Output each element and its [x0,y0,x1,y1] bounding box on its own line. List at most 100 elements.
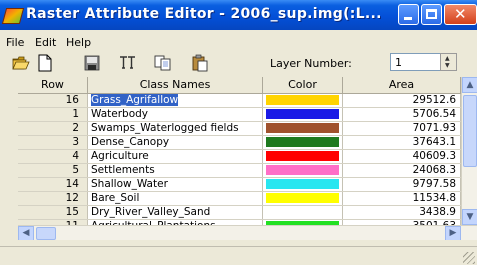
class-name-text: Bare_Soil [91,192,140,204]
area-cell[interactable]: 37643.1 [343,136,461,149]
class-name-text: Dry_River_Valley_Sand [91,206,211,218]
open-folder-icon [12,56,30,70]
area-cell[interactable]: 5706.54 [343,108,461,121]
minimize-button[interactable] [398,4,419,25]
class-name-text: Settlements [91,164,155,176]
menu-edit[interactable]: Edit [35,36,56,49]
color-cell[interactable] [263,122,343,135]
color-cell[interactable] [263,192,343,205]
menu-bar: File Edit Help [0,32,477,52]
column-header-area[interactable]: Area [343,77,461,94]
class-name-cell[interactable]: Dry_River_Valley_Sand [88,206,263,219]
title-bar[interactable]: Raster Attribute Editor - 2006_sup.img(:… [0,0,477,30]
save-icon [84,55,100,71]
class-name-cell[interactable]: Agriculture [88,150,263,163]
class-name-cell[interactable]: Swamps_Waterlogged fields [88,122,263,135]
vertical-scroll-thumb[interactable] [463,95,477,167]
paste-icon [192,54,208,72]
table-row[interactable]: 12 Bare_Soil 11534.8 [18,192,461,206]
layer-number-label: Layer Number: [270,57,352,70]
column-header-row[interactable]: Row [18,77,88,94]
table-row[interactable]: 4 Agriculture 40609.3 [18,150,461,164]
table-row[interactable]: 1 Waterbody 5706.54 [18,108,461,122]
color-cell[interactable] [263,94,343,107]
table-body: 16 Grass_Agrifallow 29512.6 1 Waterbody 5706.… [18,94,461,234]
class-name-text: Waterbody [91,108,149,120]
class-name-text: Grass_Agrifallow [91,94,179,106]
save-button[interactable] [83,54,101,72]
close-icon: ✕ [454,5,467,23]
vertical-scrollbar[interactable]: ▲ ▼ [461,77,477,225]
table-row[interactable]: 3 Dense_Canopy 37643.1 [18,136,461,150]
area-cell[interactable]: 9797.58 [343,178,461,191]
color-cell[interactable] [263,136,343,149]
color-swatch [266,179,339,189]
horizontal-scrollbar[interactable]: ◀ ▶ [18,225,477,240]
row-number-cell[interactable]: 5 [18,164,88,177]
table-row[interactable]: 14 Shallow_Water 9797.58 [18,178,461,192]
row-number-cell[interactable]: 2 [18,122,88,135]
layer-number-spinner[interactable]: ▲ ▼ [440,53,457,71]
menu-file[interactable]: File [6,36,24,49]
maximize-icon [426,9,437,19]
row-number-cell[interactable]: 1 [18,108,88,121]
area-cell[interactable]: 24068.3 [343,164,461,177]
color-cell[interactable] [263,164,343,177]
table-row[interactable]: 5 Settlements 24068.3 [18,164,461,178]
area-cell[interactable]: 7071.93 [343,122,461,135]
color-cell[interactable] [263,108,343,121]
class-name-cell[interactable]: Bare_Soil [88,192,263,205]
class-name-cell[interactable]: Grass_Agrifallow [88,94,263,107]
table-row[interactable]: 15 Dry_River_Valley_Sand 3438.9 [18,206,461,220]
new-document-icon [38,54,52,72]
class-name-cell[interactable]: Dense_Canopy [88,136,263,149]
open-folder-button[interactable] [12,54,30,72]
row-number-cell[interactable]: 3 [18,136,88,149]
attribute-table: Row Class Names Color Area 16 Grass_Agrif… [18,77,477,240]
paste-button[interactable] [191,54,209,72]
class-name-cell[interactable]: Settlements [88,164,263,177]
color-swatch [266,165,339,175]
row-number-cell[interactable]: 12 [18,192,88,205]
row-number-cell[interactable]: 15 [18,206,88,219]
class-name-text: Swamps_Waterlogged fields [91,122,239,134]
new-document-button[interactable] [36,54,54,72]
copy-icon [154,55,171,71]
area-cell[interactable]: 11534.8 [343,192,461,205]
raster-attribute-editor-window: Raster Attribute Editor - 2006_sup.img(:… [0,0,477,265]
scroll-left-icon[interactable]: ◀ [18,226,34,240]
column-properties-button[interactable] [119,54,137,72]
color-swatch [266,207,339,217]
resize-grip-icon[interactable] [463,252,475,264]
row-number-cell[interactable]: 4 [18,150,88,163]
scroll-up-icon[interactable]: ▲ [462,77,477,93]
color-cell[interactable] [263,150,343,163]
color-swatch [266,109,339,119]
row-number-cell[interactable]: 16 [18,94,88,107]
close-button[interactable]: ✕ [444,4,477,25]
copy-button[interactable] [154,54,172,72]
maximize-button[interactable] [421,4,442,25]
color-cell[interactable] [263,206,343,219]
class-name-cell[interactable]: Shallow_Water [88,178,263,191]
class-name-text: Dense_Canopy [91,136,170,148]
menu-help[interactable]: Help [66,36,91,49]
horizontal-scroll-thumb[interactable] [36,227,56,240]
column-header-color[interactable]: Color [263,77,343,94]
area-cell[interactable]: 29512.6 [343,94,461,107]
column-header-class-names[interactable]: Class Names [88,77,263,94]
table-row[interactable]: 16 Grass_Agrifallow 29512.6 [18,94,461,108]
class-name-cell[interactable]: Waterbody [88,108,263,121]
area-cell[interactable]: 40609.3 [343,150,461,163]
color-swatch [266,151,339,161]
scroll-right-icon[interactable]: ▶ [445,226,461,240]
spin-down-icon[interactable]: ▼ [445,63,450,69]
table-row[interactable]: 2 Swamps_Waterlogged fields 7071.93 [18,122,461,136]
area-cell[interactable]: 3438.9 [343,206,461,219]
color-swatch [266,95,339,105]
scroll-down-icon[interactable]: ▼ [462,209,477,225]
row-number-cell[interactable]: 14 [18,178,88,191]
color-cell[interactable] [263,178,343,191]
class-name-text: Agriculture [91,150,149,162]
window-title: Raster Attribute Editor - 2006_sup.img(:… [26,6,382,22]
